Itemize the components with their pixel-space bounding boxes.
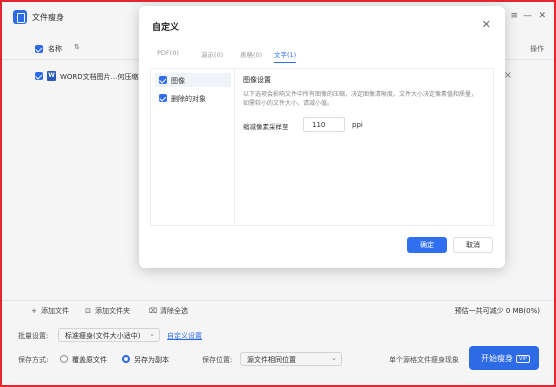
dialog-title: 自定义 (152, 23, 180, 33)
tab-spreadsheet[interactable]: 表格(0) (240, 49, 262, 59)
downsample-label: 缩减像素采样至 (243, 123, 289, 131)
sidebar-item-image[interactable]: 图像 (155, 73, 231, 87)
dialog-tabs: PDF(0) 演示(0) 表格(0) 文字(1) (139, 46, 505, 63)
sidebar-item-label: 图像 (171, 77, 185, 85)
tab-presentation[interactable]: 演示(0) (201, 49, 223, 59)
dialog-sidebar: 图像 删除的对象 (151, 69, 235, 225)
sidebar-item-label: 删除的对象 (171, 95, 206, 103)
panel-description: 以下选项会影响文件中所有图像的压缩，决定图像清晰度。文件大小决定像素值和质量，如… (243, 91, 478, 107)
ok-button[interactable]: 确定 (407, 237, 447, 253)
sidebar-item-deleted-objects[interactable]: 删除的对象 (155, 91, 231, 105)
custom-settings-dialog: 自定义 ✕ PDF(0) 演示(0) 表格(0) 文字(1) 图像 删除的对象 … (139, 6, 505, 268)
tab-pdf[interactable]: PDF(0) (157, 49, 179, 57)
downsample-input[interactable]: 110 (303, 117, 345, 132)
image-settings-panel: 图像设置 以下选项会影响文件中所有图像的压缩，决定图像清晰度。文件大小决定像素值… (243, 75, 487, 133)
cancel-button[interactable]: 取消 (453, 237, 493, 253)
panel-title: 图像设置 (243, 76, 271, 84)
downsample-unit: ppi (352, 121, 363, 129)
app-window: 文件瘦身 ≡ — ✕ 名称 ⇅ 操作 W WORD文档图片...何压缩.d × … (0, 0, 556, 387)
tab-text[interactable]: 文字(1) (274, 49, 297, 63)
deleted-objects-checkbox[interactable] (159, 94, 167, 102)
dialog-close-icon[interactable]: ✕ (482, 18, 491, 31)
downsample-field-row: 缩减像素采样至 110 ppi (243, 117, 487, 133)
image-checkbox[interactable] (159, 76, 167, 84)
dialog-body: 图像 删除的对象 图像设置 以下选项会影响文件中所有图像的压缩，决定图像清晰度。… (150, 68, 494, 226)
